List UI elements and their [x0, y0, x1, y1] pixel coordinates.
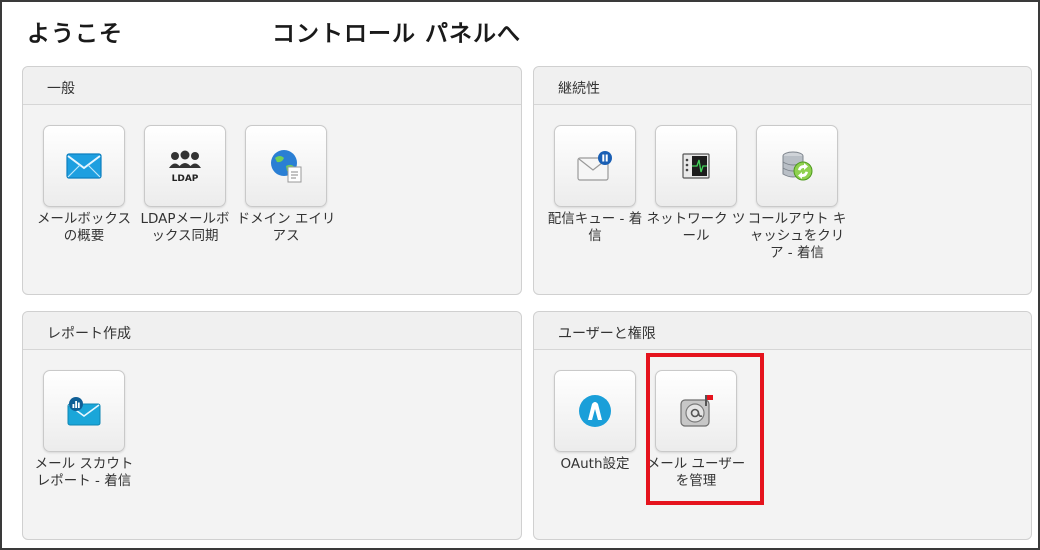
tile-label: 配信キュー - 着信 — [547, 211, 643, 244]
panel-general-title: 一般 — [23, 67, 521, 105]
database-refresh-icon — [756, 125, 838, 207]
tile-mail-scout-report[interactable]: メール スカウト レポート - 着信 — [34, 370, 134, 490]
oauth-icon — [554, 370, 636, 452]
tile-ldap-sync[interactable]: LDAP LDAPメールボックス同期 — [135, 125, 235, 245]
tile-label: コールアウト キャッシュをクリア - 着信 — [747, 211, 847, 261]
tile-label: メールボックスの概要 — [36, 211, 132, 244]
tile-domain-alias[interactable]: ドメイン エイリアス — [236, 125, 336, 245]
panel-reports-title: レポート作成 — [23, 312, 521, 350]
tile-clear-callout-cache[interactable]: コールアウト キャッシュをクリア - 着信 — [747, 125, 847, 262]
tile-mailbox-overview[interactable]: メールボックスの概要 — [34, 125, 134, 245]
panel-general: 一般 メールボックスの概要 LDAP LDAPメールボックス同期 ドメイン エイ… — [22, 66, 522, 295]
tile-label: ネットワーク ツール — [646, 211, 746, 244]
panel-users-permissions: ユーザーと権限 OAuth設定 メール ユーザーを管理 — [533, 311, 1032, 540]
mail-report-icon — [43, 370, 125, 452]
globe-document-icon — [245, 125, 327, 207]
tile-network-tools[interactable]: ネットワーク ツール — [646, 125, 746, 245]
svg-text:LDAP: LDAP — [172, 174, 199, 183]
panel-users-title: ユーザーと権限 — [534, 312, 1031, 350]
ldap-users-icon: LDAP — [144, 125, 226, 207]
envelope-icon — [43, 125, 125, 207]
network-tool-icon — [655, 125, 737, 207]
mail-pause-icon — [554, 125, 636, 207]
tile-label: OAuth設定 — [560, 456, 630, 472]
panel-continuity-title: 継続性 — [534, 67, 1031, 105]
panel-reports: レポート作成 メール スカウト レポート - 着信 — [22, 311, 522, 540]
tile-oauth-settings[interactable]: OAuth設定 — [545, 370, 645, 473]
tile-label: メール スカウト レポート - 着信 — [34, 456, 134, 489]
tile-delivery-queue[interactable]: 配信キュー - 着信 — [545, 125, 645, 245]
control-panel-title: コントロール パネルへ — [272, 21, 522, 47]
tile-label: LDAPメールボックス同期 — [140, 211, 230, 244]
welcome-title: ようこそ — [27, 21, 123, 47]
tile-label: ドメイン エイリアス — [236, 211, 336, 244]
highlight-box — [646, 353, 764, 505]
panel-continuity: 継続性 配信キュー - 着信 ネットワーク ツール コールアウト キャッシュをク… — [533, 66, 1032, 295]
